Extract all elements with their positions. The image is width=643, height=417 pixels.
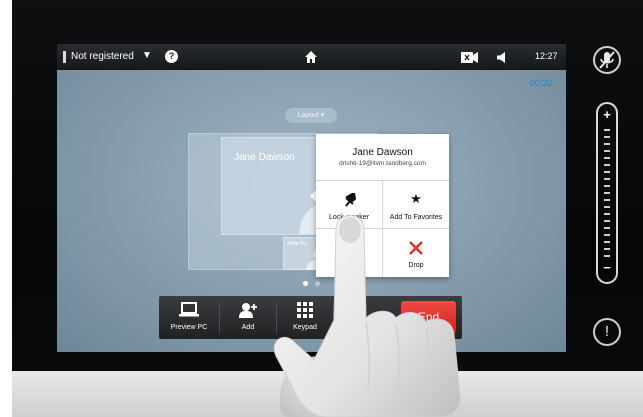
add-button[interactable]: Add <box>220 296 276 339</box>
volume-slider[interactable]: + − <box>596 102 618 284</box>
volume-tick <box>604 227 610 229</box>
popup-action-hidden[interactable] <box>316 229 382 277</box>
registration-indicator <box>63 51 66 63</box>
add-person-icon <box>220 302 276 320</box>
preview-pc-button[interactable]: Preview PC <box>159 296 219 339</box>
registration-status[interactable]: Not registered <box>71 51 134 62</box>
home-icon[interactable] <box>304 50 318 64</box>
x-icon <box>409 241 423 255</box>
volume-tick <box>604 213 610 215</box>
volume-tick <box>604 241 610 243</box>
page-dot-active[interactable] <box>303 281 308 286</box>
call-screen: Not registered ▼ ? 12:27 00:32 Layout ▾ … <box>57 44 566 352</box>
mute-button[interactable] <box>593 46 621 74</box>
volume-tick <box>604 220 610 222</box>
volume-tick <box>604 206 610 208</box>
volume-tick <box>604 178 610 180</box>
volume-tick <box>604 199 610 201</box>
volume-tick <box>604 129 610 131</box>
help-icon[interactable]: ? <box>165 50 178 63</box>
laptop-icon <box>159 302 219 320</box>
keypad-label: Keypad <box>293 324 317 331</box>
volume-tick <box>604 150 610 152</box>
clock: 12:27 <box>535 51 558 61</box>
volume-down-icon[interactable]: − <box>598 260 616 275</box>
keypad-icon <box>277 302 333 320</box>
volume-tick <box>604 171 610 173</box>
volume-tick <box>604 157 610 159</box>
stand-logo: ı|ı <box>318 384 333 404</box>
volume-tick <box>604 185 610 187</box>
call-toolbar: Preview PC Add Keypad d End <box>159 296 462 339</box>
volume-tick <box>604 136 610 138</box>
add-to-favorites-button[interactable]: ★ Add To Favorites <box>383 180 449 228</box>
volume-tick <box>604 192 610 194</box>
keypad-button[interactable]: Keypad <box>277 296 333 339</box>
mic-muted-icon <box>599 51 615 69</box>
drop-label: Drop <box>408 262 424 269</box>
star-icon: ★ <box>410 191 422 206</box>
camera-icon[interactable] <box>461 52 478 63</box>
toolbar-button-4[interactable]: d <box>334 296 394 339</box>
volume-tick <box>604 164 610 166</box>
pin-icon <box>345 193 357 207</box>
volume-tick <box>604 234 610 236</box>
lock-speaker-button[interactable]: Lock a eaker <box>316 180 382 228</box>
page-dot[interactable] <box>315 281 320 286</box>
layout-button[interactable]: Layout ▾ <box>285 108 337 123</box>
participant-popup: Jane Dawson drishti-19@itvm.tandberg.com… <box>316 134 449 277</box>
device-stand <box>280 356 410 417</box>
toolbar-button-4-label: d <box>372 324 376 331</box>
participant-name-main: Jane Dawson <box>234 152 295 163</box>
preview-pc-label: Preview PC <box>170 324 208 331</box>
status-bar: Not registered ▼ ? 12:27 <box>57 44 566 70</box>
popup-participant-email: drishti-19@itvm.tandberg.com <box>339 160 426 167</box>
volume-tick <box>604 143 610 145</box>
chevron-down-icon[interactable]: ▼ <box>142 50 152 61</box>
drop-button[interactable]: Drop <box>383 229 449 277</box>
popup-participant-name: Jane Dawson <box>352 147 413 158</box>
speaker-icon[interactable] <box>497 52 507 63</box>
end-call-button[interactable]: End <box>401 301 456 334</box>
add-to-favorites-label: Add To Favorites <box>389 214 443 221</box>
exclamation-icon[interactable]: ! <box>593 318 621 346</box>
add-label: Add <box>241 324 255 331</box>
volume-tick <box>604 248 610 250</box>
call-timer: 00:32 <box>530 78 553 88</box>
volume-tick <box>604 255 610 257</box>
lock-speaker-label: Lock a eaker <box>328 214 370 221</box>
volume-up-icon[interactable]: + <box>598 107 616 122</box>
